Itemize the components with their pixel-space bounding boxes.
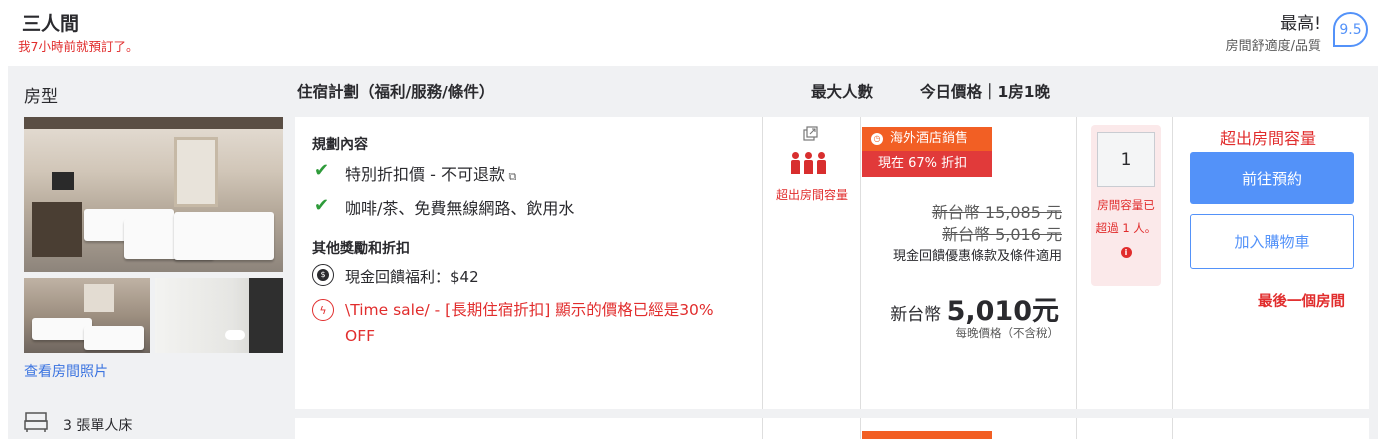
book-now-button[interactable]: 前往預約: [1190, 152, 1354, 204]
crossed-price: 新台幣 5,016 元: [942, 225, 1062, 244]
room-title: 三人間: [22, 13, 80, 35]
original-price: 新台幣 15,085 元: [931, 203, 1062, 222]
clock-icon: ◷: [871, 133, 883, 145]
room-offer: 三人間 我7小時前就預訂了。 最高! 房間舒適度/品質 9.5 房型 住宿計劃（…: [0, 0, 1378, 439]
external-link-icon[interactable]: ⧉: [505, 170, 516, 183]
external-link-icon[interactable]: [803, 126, 818, 141]
per-night-note: 每晚價格（不含稅）: [955, 326, 1060, 340]
room-photo-main[interactable]: [24, 117, 283, 272]
lightning-icon: ϟ: [312, 299, 334, 321]
score-badge: 9.5: [1333, 12, 1368, 47]
plan-feature: 特別折扣價 - 不可退款 ⧉: [345, 165, 517, 184]
view-room-photos-link[interactable]: 查看房間照片: [24, 361, 108, 381]
exceed-capacity-label: 超出房間容量: [1220, 129, 1317, 148]
offer-card-next: [295, 418, 1369, 439]
cashback-icon: $: [312, 264, 334, 286]
bed-icon: [24, 412, 48, 432]
bed-info: 3 張單人床: [63, 418, 133, 434]
rooms-count-select[interactable]: 1: [1097, 132, 1155, 187]
room-photo-thumb-1[interactable]: [24, 278, 150, 353]
room-photo-thumb-2[interactable]: [155, 278, 283, 353]
final-price: 新台幣 5,010元: [890, 296, 1059, 327]
plan-feature: 咖啡/茶、免費無線網路、飲用水: [345, 199, 575, 218]
info-icon[interactable]: i: [1120, 247, 1132, 258]
final-price-amount: 5,010元: [946, 296, 1059, 327]
column-header-max-guests: 最大人數: [811, 83, 874, 101]
guests-icon: [791, 152, 831, 182]
other-rewards-title: 其他獎勵和折扣: [312, 241, 410, 257]
column-header-plan: 住宿計劃（福利/服務/條件）: [297, 83, 495, 101]
last-room-label: 最後一個房間: [1258, 294, 1345, 310]
overseas-sale-tag: ◷ 海外酒店銷售: [862, 127, 992, 151]
time-sale-note: \Time sale/ - [長期住宿折扣] 顯示的價格已經是30% OFF: [345, 301, 714, 345]
occupancy-warning: 超出房間容量: [775, 188, 848, 202]
add-to-cart-button[interactable]: 加入購物車: [1190, 214, 1354, 269]
recent-booking-note: 我7小時前就預訂了。: [18, 39, 139, 54]
score-category: 房間舒適度/品質: [1225, 39, 1321, 54]
score-label: 最高!: [1280, 14, 1321, 34]
column-header-room-type: 房型: [24, 87, 58, 107]
check-icon: ✔: [314, 160, 330, 181]
cashback-terms: 現金回饋優惠條款及條件適用: [892, 249, 1062, 264]
plan-details-title: 規劃內容: [312, 137, 368, 153]
discount-tag: 現在 67% 折扣: [862, 151, 992, 177]
check-icon: ✔: [314, 195, 330, 216]
capacity-warning: 房間容量已超過 1 人。 i: [1095, 198, 1157, 258]
cashback-benefit: 現金回饋福利：$42: [345, 268, 479, 286]
column-header-price: 今日價格｜1房1晚: [920, 83, 1051, 101]
